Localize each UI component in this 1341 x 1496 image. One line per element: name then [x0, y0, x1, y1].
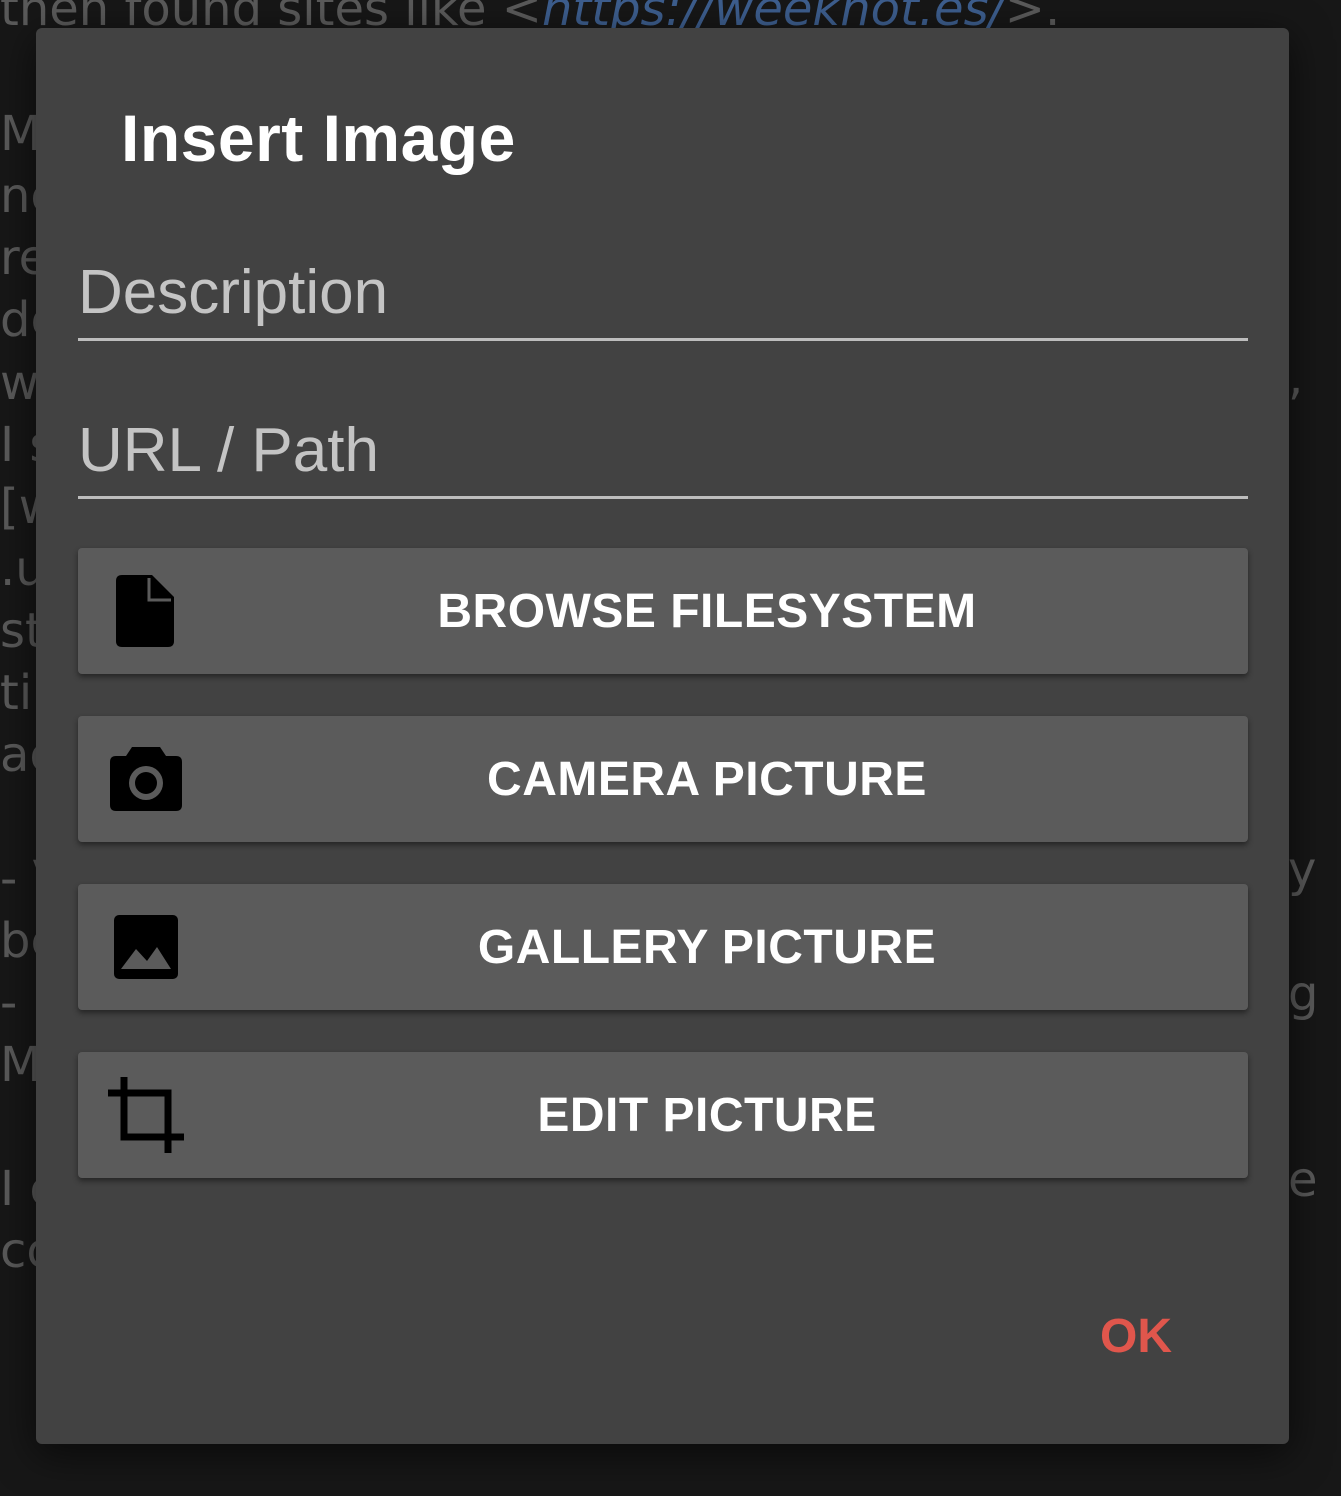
gallery-picture-button[interactable]: GALLERY PICTURE [78, 884, 1248, 1010]
url-path-input[interactable] [78, 415, 1248, 486]
editor-text-fragment: , [1288, 350, 1304, 406]
edit-picture-button[interactable]: EDIT PICTURE [78, 1052, 1248, 1178]
editor-line: ti [0, 665, 33, 721]
ok-button[interactable]: OK [1076, 1296, 1196, 1376]
editor-line: w [0, 355, 40, 411]
dialog-title: Insert Image [121, 101, 516, 175]
editor-text-fragment: g [1288, 966, 1319, 1022]
browse-filesystem-label: BROWSE FILESYSTEM [437, 584, 977, 638]
editor-text-fragment: e [1288, 1152, 1318, 1208]
url-path-field[interactable] [78, 389, 1248, 499]
description-field[interactable] [78, 231, 1248, 341]
camera-picture-button[interactable]: CAMERA PICTURE [78, 716, 1248, 842]
gallery-picture-label: GALLERY PICTURE [477, 920, 937, 974]
insert-image-dialog: Insert Image BROWSE FILESYSTEM CAMERA PI… [36, 28, 1289, 1444]
editor-text-fragment: y [1288, 842, 1317, 898]
camera-picture-label: CAMERA PICTURE [487, 752, 927, 806]
edit-picture-label: EDIT PICTURE [537, 1088, 877, 1142]
description-input[interactable] [78, 257, 1248, 328]
browse-filesystem-button[interactable]: BROWSE FILESYSTEM [78, 548, 1248, 674]
